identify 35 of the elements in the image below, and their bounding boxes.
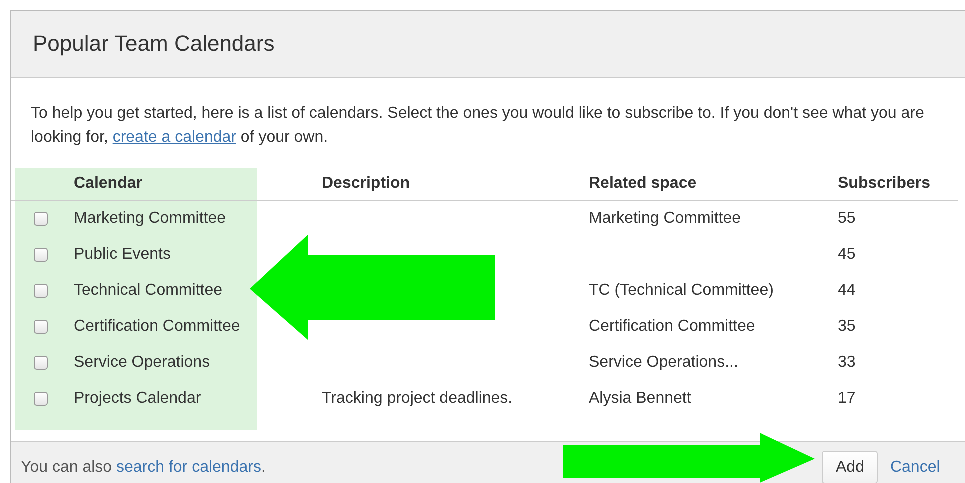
table-cell: Service Operations... xyxy=(589,354,738,372)
checkbox[interactable] xyxy=(34,356,48,370)
table-cell: 17 xyxy=(838,390,856,408)
checkbox[interactable] xyxy=(34,320,48,334)
table-cell: Marketing Committee xyxy=(589,210,742,228)
checkbox[interactable] xyxy=(34,212,48,226)
table-cell: Marketing Committee xyxy=(74,210,226,228)
search-calendars-link[interactable]: search for calendars xyxy=(116,458,262,476)
dialog-title: Popular Team Calendars xyxy=(33,31,275,57)
column-header: Subscribers xyxy=(838,175,930,193)
table-cell: TC (Technical Committee) xyxy=(589,282,774,300)
checkbox[interactable] xyxy=(34,248,48,262)
add-button[interactable]: Add xyxy=(822,451,878,483)
intro-text: To help you get started, here is a list of calendars. Select the ones you would like to subscribe to. If you don't see what you are looking for, create a calendar of your own. xyxy=(31,104,926,148)
table-cell: Alysia Bennett xyxy=(589,390,692,408)
table-cell: Certification Committee xyxy=(589,318,756,336)
column-header: Description xyxy=(322,175,410,193)
table-cell: Certification Committee xyxy=(74,318,240,336)
table-cell: 44 xyxy=(838,282,856,300)
checkbox[interactable] xyxy=(34,284,48,298)
column-header: Calendar xyxy=(74,175,142,193)
cancel-link[interactable]: Cancel xyxy=(890,458,940,476)
table-cell: Public Events xyxy=(74,246,171,264)
table-cell: 33 xyxy=(838,354,856,372)
table-cell: Service Operations xyxy=(74,354,210,372)
table-cell: 45 xyxy=(838,246,856,264)
table-cell: 35 xyxy=(838,318,856,336)
table-cell: 55 xyxy=(838,210,856,228)
table-cell: Tracking project deadlines. xyxy=(322,390,513,408)
column-header: Related space xyxy=(589,175,697,193)
create-calendar-link[interactable]: create a calendar xyxy=(112,129,236,146)
table-cell: Projects Calendar xyxy=(74,390,202,408)
checkbox[interactable] xyxy=(34,392,48,406)
footer-text: You can also search for calendars. xyxy=(21,458,266,476)
table-cell: Technical Committee xyxy=(74,282,222,300)
